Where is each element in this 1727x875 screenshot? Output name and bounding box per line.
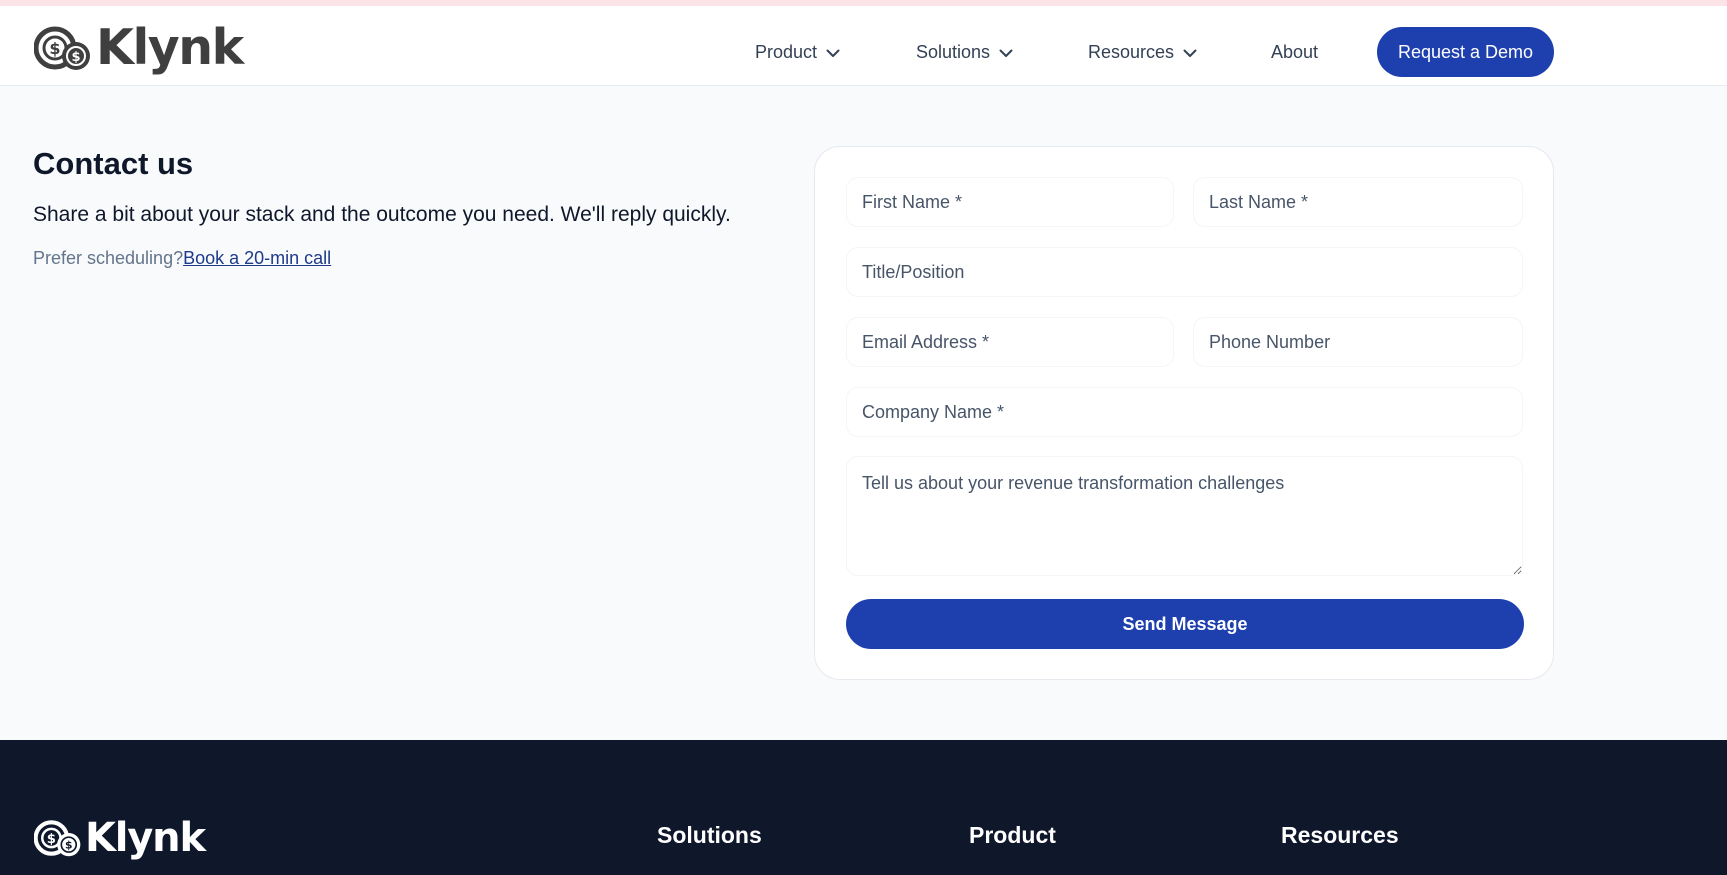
footer-heading-solutions: Solutions (657, 822, 762, 848)
site-header: $ $ Klynk Product Solutions Resources Ab… (0, 6, 1727, 86)
send-message-button[interactable]: Send Message (846, 599, 1524, 649)
chevron-down-icon (826, 42, 840, 63)
svg-text:$: $ (47, 832, 56, 847)
nav-item-resources[interactable]: Resources (1088, 42, 1197, 63)
chevron-down-icon (1183, 42, 1197, 63)
scheduling-prompt-text: Prefer scheduling? (33, 248, 184, 268)
book-call-link[interactable]: Book a 20-min call (183, 248, 331, 268)
coins-logo-icon: $ $ (34, 26, 90, 70)
svg-text:$: $ (65, 839, 72, 852)
last-name-field[interactable] (1193, 177, 1523, 227)
first-name-field[interactable] (846, 177, 1174, 227)
contact-subtitle: Share a bit about your stack and the out… (33, 203, 731, 226)
coins-logo-icon: $ $ (34, 820, 81, 857)
chevron-down-icon (999, 42, 1013, 63)
company-name-field[interactable] (846, 387, 1523, 437)
page-title: Contact us (33, 146, 194, 181)
nav-item-label: Product (755, 41, 818, 62)
footer-brand-logo[interactable]: $ $ Klynk (34, 815, 206, 861)
nav-item-product[interactable]: Product (755, 42, 840, 63)
phone-field[interactable] (1193, 317, 1523, 367)
nav-item-about[interactable]: About (1271, 42, 1318, 63)
nav-item-solutions[interactable]: Solutions (916, 42, 1013, 63)
email-field[interactable] (846, 317, 1174, 367)
nav-item-label: Solutions (916, 41, 991, 62)
svg-text:$: $ (71, 50, 80, 65)
svg-text:$: $ (49, 39, 60, 58)
nav-item-label: About (1271, 41, 1319, 62)
footer-heading-product: Product (969, 822, 1056, 848)
contact-form: Send Message (814, 146, 1554, 680)
brand-name: Klynk (96, 19, 244, 76)
request-demo-button[interactable]: Request a Demo (1377, 27, 1554, 77)
footer-brand-name: Klynk (85, 815, 206, 861)
site-footer: $ $ Klynk Solutions Product Resources (0, 740, 1727, 875)
title-position-field[interactable] (846, 247, 1523, 297)
nav-item-label: Resources (1088, 41, 1175, 62)
scheduling-prompt: Prefer scheduling?Book a 20-min call (33, 248, 331, 269)
message-field[interactable] (846, 456, 1523, 576)
brand-logo[interactable]: $ $ Klynk (34, 19, 244, 76)
footer-heading-resources: Resources (1281, 822, 1399, 848)
